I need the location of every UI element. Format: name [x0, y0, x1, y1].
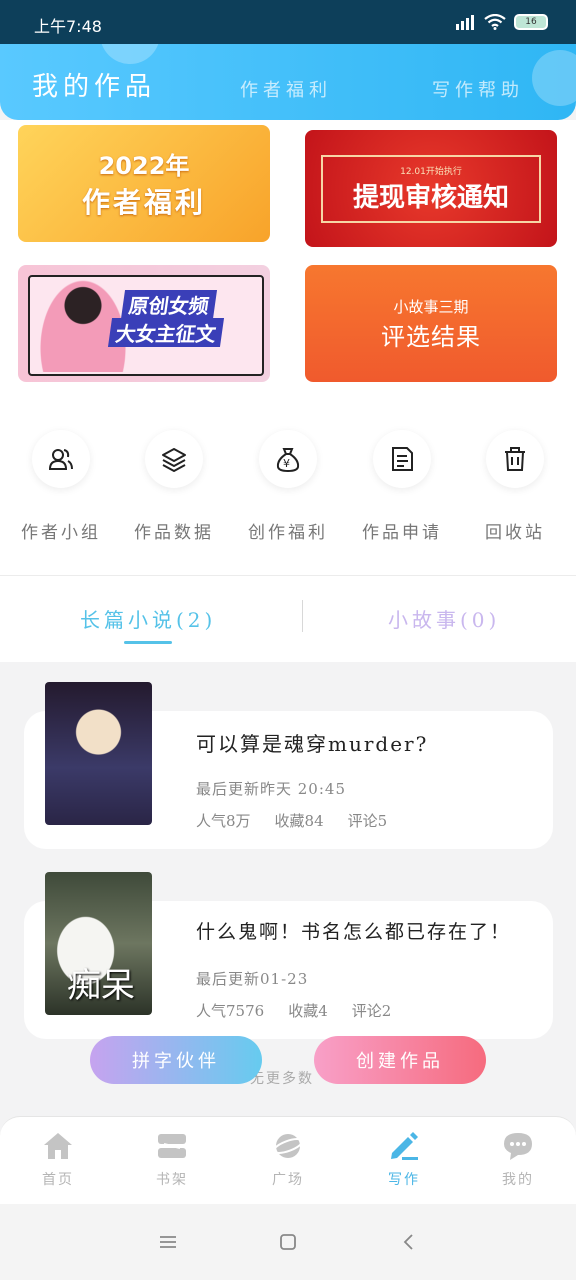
header-decoration — [100, 44, 160, 64]
bookshelf-icon — [158, 1134, 186, 1158]
shortcut-row: 作者小组 作品数据 ¥ 创作福利 作品申请 回收站 — [0, 430, 576, 550]
system-nav-bar — [0, 1204, 576, 1280]
banner-contest[interactable]: 原创女频 大女主征文 — [18, 265, 270, 382]
menu-icon[interactable] — [153, 1230, 183, 1254]
writing-partner-button[interactable]: 拼字伙伴 — [90, 1036, 262, 1084]
page-title: 我的作品 — [32, 72, 157, 102]
banner-story-line1: 小故事三期 — [393, 297, 469, 316]
tab-mine[interactable]: 我的 — [478, 1131, 558, 1189]
wifi-icon — [484, 14, 506, 30]
tab-short-story[interactable]: 小故事(0) — [388, 604, 500, 633]
work-popularity: 人气8万 — [196, 812, 251, 830]
work-popularity: 人气7576 — [196, 1002, 265, 1020]
work-title: 什么鬼啊！书名怎么都已存在了！ — [196, 921, 512, 943]
home-icon — [44, 1133, 72, 1159]
tab-author-welfare[interactable]: 作者福利 — [240, 76, 332, 102]
work-cover[interactable] — [45, 682, 152, 825]
tab-write[interactable]: 写作 — [364, 1131, 444, 1189]
shortcut-work-application[interactable]: 作品申请 — [345, 430, 459, 543]
chat-icon — [504, 1133, 532, 1160]
banner-story-results[interactable]: 小故事三期 评选结果 — [305, 265, 557, 382]
active-tab-indicator — [124, 641, 172, 644]
banner-withdraw-date: 12.01开始执行 — [400, 166, 462, 177]
status-icons: 16 — [454, 14, 548, 30]
shortcut-creation-welfare[interactable]: ¥ 创作福利 — [231, 430, 345, 543]
shortcut-label: 作品申请 — [362, 523, 442, 543]
create-work-button[interactable]: 创建作品 — [314, 1036, 486, 1084]
banner-contest-line1: 原创女频 — [120, 290, 218, 319]
pen-icon — [391, 1132, 418, 1160]
shortcut-label: 作者小组 — [21, 523, 101, 543]
bottom-tab-bar: 首页 书架 广场 写作 我的 — [0, 1116, 576, 1205]
app-header: 我的作品 作者福利 写作帮助 — [0, 44, 576, 120]
shortcut-recycle-bin[interactable]: 回收站 — [458, 430, 572, 543]
work-comments: 评论5 — [347, 812, 388, 830]
no-more-hint: 无更多数 — [250, 1071, 314, 1087]
cover-text: 痴呆 — [67, 966, 135, 1006]
work-comments: 评论2 — [351, 1002, 392, 1020]
shortcut-author-group[interactable]: 作者小组 — [4, 430, 118, 543]
tab-home[interactable]: 首页 — [18, 1131, 98, 1189]
signal-icon — [456, 15, 474, 30]
back-icon[interactable] — [393, 1230, 423, 1254]
banner-contest-line2: 大女主征文 — [107, 318, 225, 347]
banner-author-welfare[interactable]: 2022年 作者福利 — [18, 125, 270, 242]
tab-label: 广场 — [272, 1172, 304, 1188]
planet-icon — [272, 1134, 304, 1158]
group-icon — [32, 430, 90, 488]
work-favorites: 收藏4 — [288, 1002, 328, 1020]
work-type-tabs: 长篇小说(2) 小故事(0) — [0, 575, 576, 662]
shortcut-label: 作品数据 — [134, 523, 214, 543]
shortcut-label: 创作福利 — [248, 523, 328, 543]
tab-divider — [302, 600, 303, 632]
tab-label: 书架 — [156, 1172, 188, 1188]
tab-writing-help[interactable]: 写作帮助 — [432, 76, 524, 102]
tab-plaza[interactable]: 广场 — [248, 1131, 328, 1189]
layers-icon — [145, 430, 203, 488]
work-stats: 人气8万 收藏84 评论5 — [196, 810, 387, 831]
tab-bookshelf[interactable]: 书架 — [132, 1131, 212, 1189]
trash-icon — [486, 430, 544, 488]
document-icon — [373, 430, 431, 488]
tab-label: 首页 — [42, 1172, 74, 1188]
work-updated: 最后更新昨天 20:45 — [196, 780, 346, 798]
banner-welfare-year: 2022年 — [98, 152, 190, 180]
header-decoration — [532, 50, 576, 106]
banner-story-line2: 评选结果 — [381, 322, 481, 351]
status-bar: 上午7:48 16 — [0, 0, 576, 44]
money-bag-icon: ¥ — [259, 430, 317, 488]
battery-icon: 16 — [514, 14, 548, 30]
work-favorites: 收藏84 — [274, 812, 324, 830]
status-time: 上午7:48 — [34, 17, 102, 36]
banner-withdraw-title: 提现审核通知 — [352, 182, 509, 213]
work-title: 可以算是魂穿murder? — [196, 732, 429, 756]
shortcut-work-data[interactable]: 作品数据 — [117, 430, 231, 543]
tab-long-novel[interactable]: 长篇小说(2) — [80, 604, 216, 633]
work-stats: 人气7576 收藏4 评论2 — [196, 1000, 391, 1021]
shortcut-label: 回收站 — [485, 523, 545, 543]
tab-label: 写作 — [388, 1172, 420, 1188]
work-cover[interactable]: 痴呆 — [45, 872, 152, 1015]
tab-label: 我的 — [502, 1172, 534, 1188]
banner-frame: 12.01开始执行 提现审核通知 — [321, 154, 541, 223]
work-updated: 最后更新01-23 — [196, 970, 309, 988]
home-square-icon[interactable] — [273, 1230, 303, 1254]
svg-text:¥: ¥ — [283, 457, 290, 470]
banner-withdraw-notice[interactable]: 12.01开始执行 提现审核通知 — [305, 130, 557, 247]
banner-welfare-title: 作者福利 — [81, 186, 206, 219]
